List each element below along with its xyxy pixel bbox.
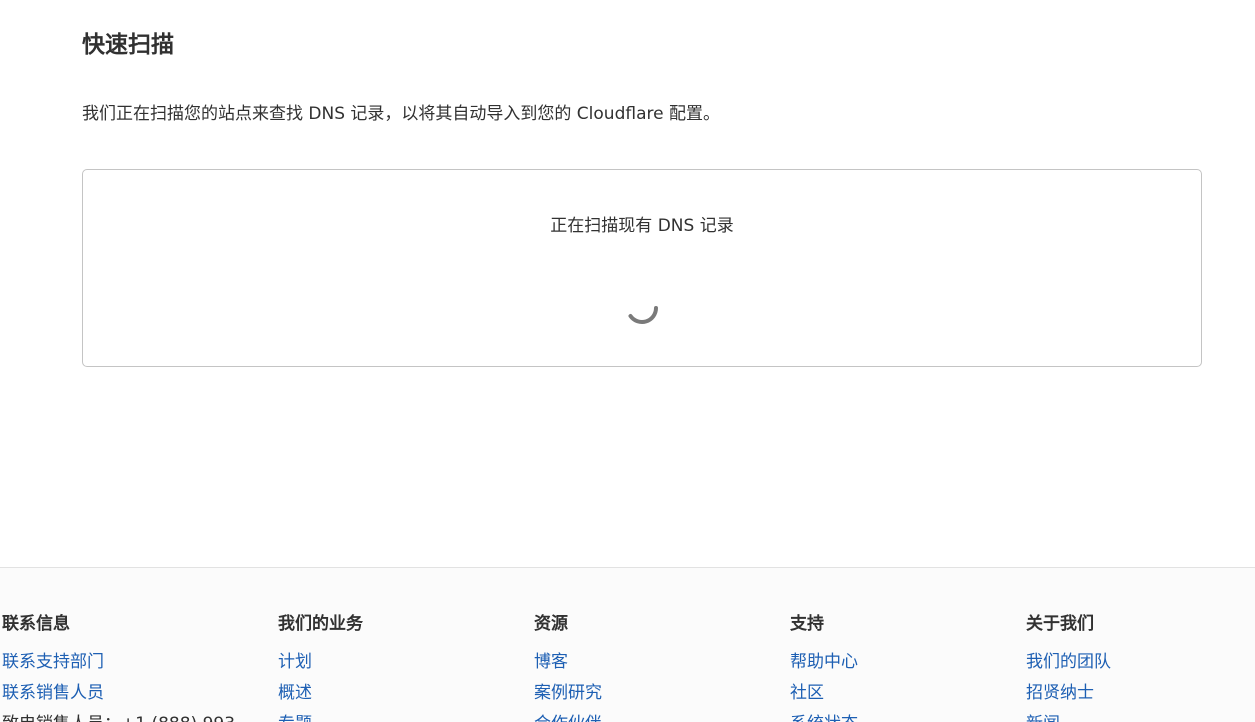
footer-list-item: 帮助中心 — [790, 650, 858, 681]
loading-spinner-icon — [628, 306, 658, 324]
footer-link-list: 帮助中心 社区 系统状态 — [790, 650, 858, 722]
scan-status-card: 正在扫描现有 DNS 记录 — [82, 169, 1202, 367]
page-title: 快速扫描 — [82, 32, 174, 58]
footer-link-help-center[interactable]: 帮助中心 — [790, 652, 858, 672]
footer-link-our-team[interactable]: 我们的团队 — [1026, 652, 1111, 672]
footer-list-item: 联系销售人员 — [2, 681, 235, 712]
footer-column-title: 关于我们 — [1026, 614, 1094, 634]
footer-link-list: 联系支持部门 联系销售人员 致电销售人员：+1 (888) 993 — [2, 650, 235, 722]
footer-list-item: 概述 — [278, 681, 312, 712]
site-footer: 联系信息 联系支持部门 联系销售人员 致电销售人员：+1 (888) 993 我… — [0, 567, 1255, 722]
footer-link-list: 计划 概述 专题 — [278, 650, 312, 722]
footer-link-plans[interactable]: 计划 — [278, 652, 312, 672]
footer-list-item: 招贤纳士 — [1026, 681, 1111, 712]
footer-link-community[interactable]: 社区 — [790, 683, 824, 703]
footer-list-item: 博客 — [534, 650, 602, 681]
scan-status-text: 正在扫描现有 DNS 记录 — [550, 216, 734, 236]
footer-link-list: 博客 案例研究 合作伙伴 — [534, 650, 602, 722]
footer-list-item: 联系支持部门 — [2, 650, 235, 681]
page-description: 我们正在扫描您的站点来查找 DNS 记录，以将其自动导入到您的 Cloudfla… — [82, 104, 720, 124]
footer-link-case-studies[interactable]: 案例研究 — [534, 683, 602, 703]
footer-link-list: 我们的团队 招贤纳士 新闻 — [1026, 650, 1111, 722]
footer-link-overview[interactable]: 概述 — [278, 683, 312, 703]
footer-list-item: 社区 — [790, 681, 858, 712]
footer-column-title: 联系信息 — [2, 614, 70, 634]
footer-column-title: 我们的业务 — [278, 614, 363, 634]
footer-link-blog[interactable]: 博客 — [534, 652, 568, 672]
footer-link-contact-support[interactable]: 联系支持部门 — [2, 652, 104, 672]
footer-link-careers[interactable]: 招贤纳士 — [1026, 683, 1094, 703]
footer-list-item: 案例研究 — [534, 681, 602, 712]
footer-link-contact-sales[interactable]: 联系销售人员 — [2, 683, 104, 703]
footer-column-title: 支持 — [790, 614, 824, 634]
footer-list-item: 我们的团队 — [1026, 650, 1111, 681]
footer-list-item: 计划 — [278, 650, 312, 681]
footer-column-title: 资源 — [534, 614, 568, 634]
